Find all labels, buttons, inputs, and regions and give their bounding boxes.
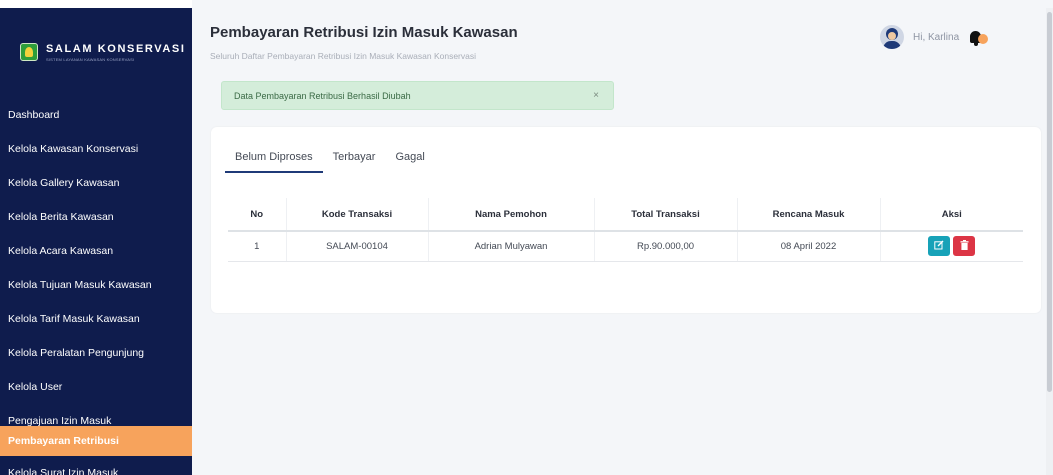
cell-rencana: 08 April 2022	[736, 231, 880, 262]
cell-kode: SALAM-00104	[285, 231, 428, 262]
success-alert: Data Pembayaran Retribusi Berhasil Diuba…	[221, 81, 614, 110]
column-header-aksi: Aksi	[879, 198, 1023, 232]
notification-badge	[978, 34, 988, 44]
sidebar-item-pembayaran[interactable]: Pembayaran Retribusi	[0, 426, 192, 456]
trash-icon	[960, 240, 969, 251]
alert-message: Data Pembayaran Retribusi Berhasil Diuba…	[234, 90, 411, 101]
cell-no: 1	[228, 231, 286, 262]
brand-name: SALAM KONSERVASI	[46, 42, 186, 55]
sidebar-item-acara[interactable]: Kelola Acara Kawasan	[0, 236, 192, 266]
transactions-table: No Kode Transaksi Nama Pemohon Total Tra…	[228, 198, 1023, 262]
user-greeting: Hi, Karlina	[913, 31, 960, 43]
user-menu[interactable]: Hi, Karlina	[880, 25, 959, 49]
edit-icon	[934, 240, 944, 250]
column-header-rencana: Rencana Masuk	[736, 198, 880, 232]
column-header-total: Total Transaksi	[593, 198, 737, 232]
tab-gagal[interactable]: Gagal	[385, 151, 434, 173]
sidebar-item-berita[interactable]: Kelola Berita Kawasan	[0, 202, 192, 232]
page-scrollbar[interactable]	[1046, 8, 1053, 475]
column-header-no: No	[228, 198, 286, 232]
sidebar-item-peralatan[interactable]: Kelola Peralatan Pengunjung	[0, 338, 192, 368]
table-header-row: No Kode Transaksi Nama Pemohon Total Tra…	[228, 198, 1023, 232]
page-title: Pembayaran Retribusi Izin Masuk Kawasan	[210, 24, 518, 41]
brand-tagline: SISTEM LAYANAN KAWASAN KONSERVASI	[46, 56, 135, 62]
cell-nama: Adrian Mulyawan	[427, 231, 594, 262]
cell-aksi	[879, 231, 1023, 262]
tab-belum-diproses[interactable]: Belum Diproses	[225, 151, 323, 173]
table-row: 1 SALAM-00104 Adrian Mulyawan Rp.90.000,…	[228, 231, 1023, 262]
tab-bar: Belum Diproses Terbayar Gagal	[225, 151, 435, 173]
tab-terbayar[interactable]: Terbayar	[323, 151, 386, 173]
sidebar-item-user[interactable]: Kelola User	[0, 372, 192, 402]
page-subtitle: Seluruh Daftar Pembayaran Retribusi Izin…	[210, 51, 476, 61]
sidebar-item-tujuan[interactable]: Kelola Tujuan Masuk Kawasan	[0, 270, 192, 300]
column-header-kode: Kode Transaksi	[285, 198, 428, 232]
edit-button[interactable]	[928, 236, 951, 257]
sidebar-item-tarif[interactable]: Kelola Tarif Masuk Kawasan	[0, 304, 192, 334]
brand-logo-icon	[20, 43, 38, 61]
close-icon[interactable]: ×	[593, 90, 599, 101]
brand[interactable]: SALAM KONSERVASI SISTEM LAYANAN KAWASAN …	[0, 16, 192, 88]
column-header-nama: Nama Pemohon	[427, 198, 594, 232]
sidebar-item-kawasan[interactable]: Kelola Kawasan Konservasi	[0, 134, 192, 164]
delete-button[interactable]	[953, 236, 976, 257]
avatar[interactable]	[880, 25, 904, 49]
sidebar: SALAM KONSERVASI SISTEM LAYANAN KAWASAN …	[0, 0, 192, 475]
sidebar-item-dashboard[interactable]: Dashboard	[0, 100, 192, 130]
sidebar-item-surat[interactable]: Kelola Surat Izin Masuk	[0, 458, 192, 475]
cell-total: Rp.90.000,00	[593, 231, 737, 262]
bell-icon[interactable]	[970, 31, 992, 47]
sidebar-item-gallery[interactable]: Kelola Gallery Kawasan	[0, 168, 192, 198]
